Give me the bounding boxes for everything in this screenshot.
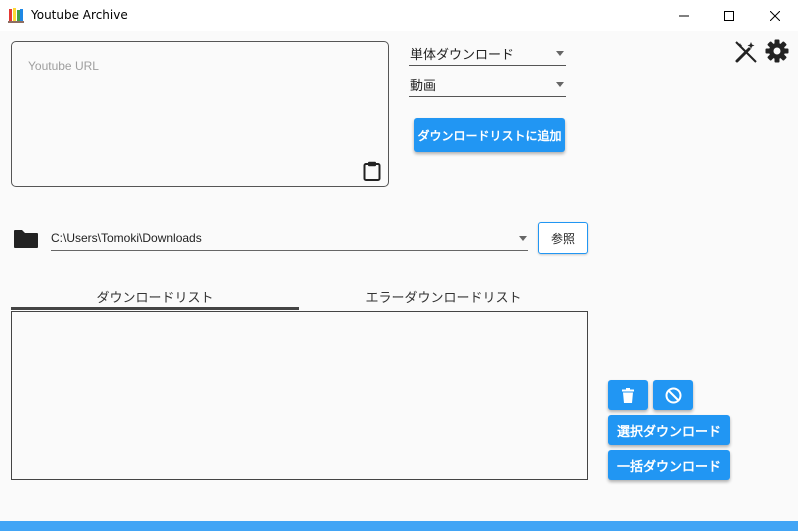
url-placeholder: Youtube URL — [28, 59, 99, 73]
maximize-icon — [724, 10, 734, 21]
chevron-down-icon — [519, 236, 527, 241]
block-icon — [665, 387, 681, 403]
trash-icon — [622, 387, 634, 403]
app-logo-icon — [8, 8, 24, 23]
chevron-down-icon — [556, 51, 564, 56]
gear-icon[interactable] — [764, 38, 790, 64]
url-input[interactable]: Youtube URL — [11, 41, 389, 187]
add-to-list-button[interactable]: ダウンロードリストに追加 — [414, 118, 565, 152]
tab-indicator — [11, 307, 299, 310]
download-all-button[interactable]: 一括ダウンロード — [608, 450, 730, 480]
title-bar: Youtube Archive — [0, 0, 798, 31]
browse-button[interactable]: 参照 — [538, 222, 588, 254]
magic-wand-off-icon[interactable] — [733, 39, 759, 65]
download-mode-value: 単体ダウンロード — [410, 48, 515, 63]
tab-download-list[interactable]: ダウンロードリスト — [11, 282, 299, 310]
media-type-value: 動画 — [410, 79, 437, 94]
save-path-select[interactable]: C:\Users\Tomoki\Downloads — [51, 227, 528, 251]
minimize-icon — [679, 15, 689, 16]
folder-icon — [14, 230, 38, 248]
window-title: Youtube Archive — [31, 8, 128, 22]
delete-button[interactable] — [608, 380, 648, 410]
chevron-down-icon — [556, 82, 564, 87]
media-type-select[interactable]: 動画 — [409, 73, 566, 97]
download-selected-button[interactable]: 選択ダウンロード — [608, 415, 730, 445]
minimize-button[interactable] — [661, 0, 707, 31]
maximize-button[interactable] — [706, 0, 752, 31]
close-button[interactable] — [752, 0, 798, 31]
clipboard-icon[interactable] — [363, 161, 381, 181]
cancel-button[interactable] — [653, 380, 693, 410]
bottom-status-bar — [0, 521, 798, 531]
save-path-value: C:\Users\Tomoki\Downloads — [51, 231, 202, 245]
download-mode-select[interactable]: 単体ダウンロード — [409, 42, 566, 66]
tab-error-download-list[interactable]: エラーダウンロードリスト — [299, 282, 588, 310]
download-list[interactable] — [11, 311, 588, 480]
close-icon — [770, 10, 780, 21]
